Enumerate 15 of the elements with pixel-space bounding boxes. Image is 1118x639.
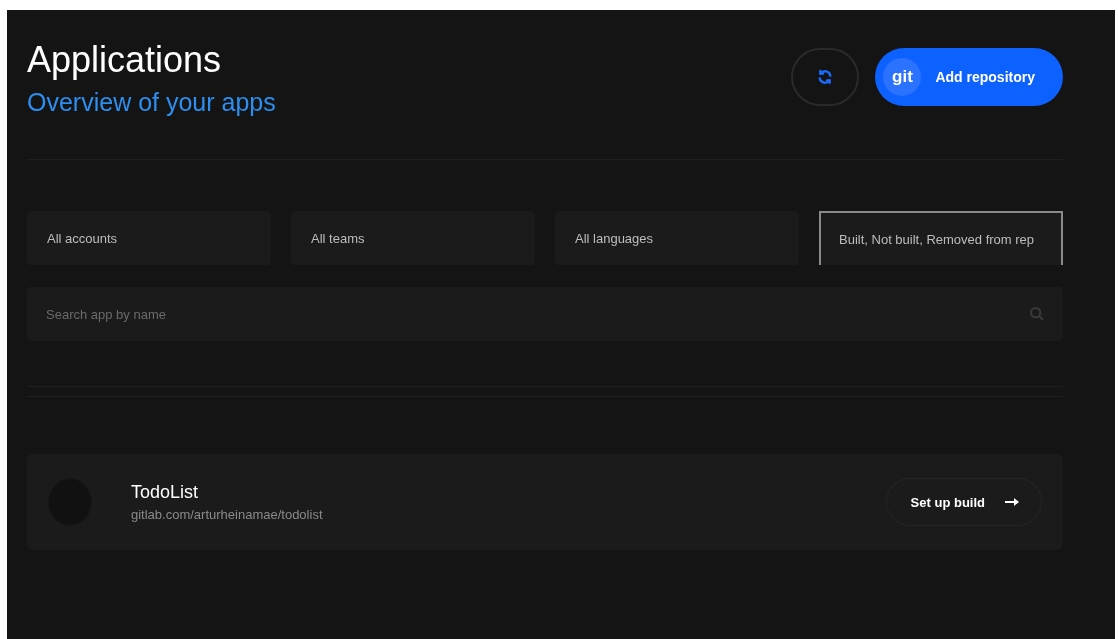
git-badge: git <box>883 58 922 96</box>
search-field[interactable]: Search app by name <box>27 287 1063 341</box>
page-subtitle: Overview of your apps <box>27 88 276 117</box>
filter-dropdown[interactable]: All languages <box>555 211 799 265</box>
filter-dropdown[interactable]: All teams <box>291 211 535 265</box>
page-title: Applications <box>27 38 223 82</box>
search-icon <box>1029 306 1045 322</box>
filter-dropdown[interactable]: Built, Not built, Removed from rep <box>819 211 1063 265</box>
refresh-button[interactable] <box>791 48 860 106</box>
filter-dropdown[interactable]: All accounts <box>27 211 271 265</box>
arrow-right-icon <box>1005 497 1019 507</box>
app-url: gitlab.com/arturheinamae/todolist <box>131 507 324 522</box>
add-repository-button[interactable]: git Add repository <box>875 48 1063 106</box>
refresh-icon <box>817 69 834 85</box>
app-name: TodoList <box>131 482 200 503</box>
